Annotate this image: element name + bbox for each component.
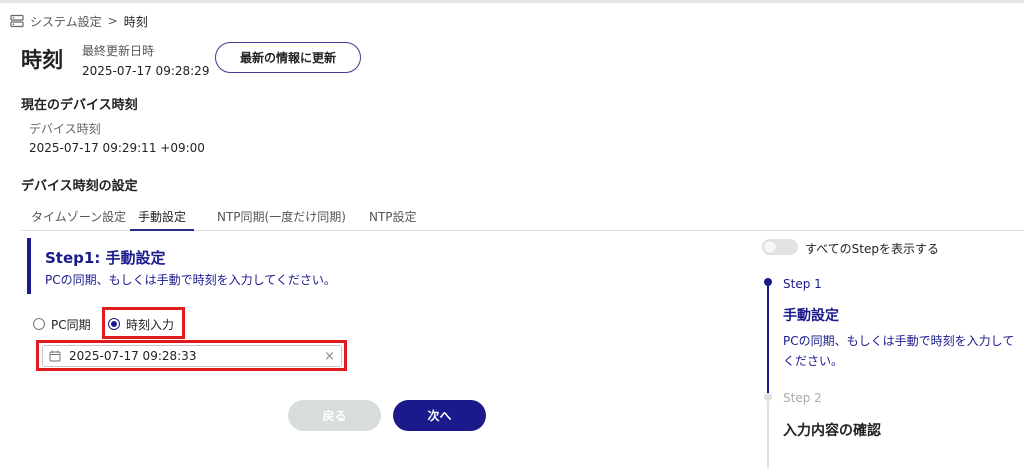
- sidebar-step-2-title: 入力内容の確認: [783, 423, 881, 439]
- refresh-button[interactable]: 最新の情報に更新: [215, 42, 361, 73]
- show-all-steps-label: すべてのStepを表示する: [805, 242, 940, 256]
- step-2-dot: [764, 393, 772, 401]
- last-updated-label: 最終更新日時: [82, 44, 155, 58]
- step-timeline-active: [767, 283, 769, 397]
- last-updated-value: 2025-07-17 09:28:29: [82, 64, 210, 78]
- back-button[interactable]: 戻る: [288, 400, 381, 431]
- breadcrumb: システム設定 > 時刻: [10, 12, 148, 30]
- page-title: 時刻: [21, 48, 63, 72]
- clear-icon[interactable]: ×: [324, 349, 335, 364]
- step-description: PCの同期、もしくは手動で時刻を入力してください。: [45, 273, 336, 287]
- datetime-value: 2025-07-17 09:28:33: [69, 349, 197, 363]
- sidebar-step-1-title: 手動設定: [783, 308, 839, 324]
- radio-circle[interactable]: [33, 318, 45, 330]
- step-1-dot: [764, 278, 772, 286]
- sidebar-step-1-label: Step 1: [783, 277, 822, 291]
- show-all-steps-toggle[interactable]: [762, 239, 798, 255]
- step-timeline-inactive: [767, 397, 769, 468]
- device-time-value: 2025-07-17 09:29:11 +09:00: [29, 141, 205, 155]
- breadcrumb-system-settings[interactable]: システム設定: [30, 13, 102, 30]
- step-title: Step1: 手動設定: [45, 249, 166, 267]
- sidebar-step-2-label: Step 2: [783, 391, 822, 405]
- current-device-time-heading: 現在のデバイス時刻: [21, 98, 138, 113]
- radio-pc-sync-label: PC同期: [51, 317, 91, 332]
- tab-ntp-once[interactable]: NTP同期(一度だけ同期): [217, 208, 346, 229]
- step-accent-bar: [27, 238, 31, 294]
- breadcrumb-current: 時刻: [123, 14, 148, 29]
- settings-tabs: タイムゾーン設定 手動設定 NTP同期(一度だけ同期) NTP設定: [21, 204, 1024, 231]
- top-divider: [0, 0, 1024, 3]
- tab-timezone[interactable]: タイムゾーン設定: [31, 208, 126, 229]
- device-time-label: デバイス時刻: [29, 122, 101, 136]
- calendar-icon: [49, 350, 61, 362]
- radio-circle-checked[interactable]: [108, 318, 120, 330]
- tab-ntp-settings[interactable]: NTP設定: [369, 208, 417, 229]
- tab-manual[interactable]: 手動設定: [130, 208, 195, 231]
- server-icon: [10, 14, 24, 28]
- radio-pc-sync[interactable]: PC同期: [33, 315, 91, 333]
- sidebar-step-1-description: PCの同期、もしくは手動で時刻を入力してください。: [783, 334, 1015, 368]
- radio-time-input[interactable]: 時刻入力: [108, 315, 174, 333]
- next-button[interactable]: 次へ: [393, 400, 486, 431]
- radio-time-input-label: 時刻入力: [126, 317, 175, 332]
- breadcrumb-separator: >: [107, 14, 118, 28]
- device-time-settings-heading: デバイス時刻の設定: [21, 179, 138, 194]
- datetime-input[interactable]: 2025-07-17 09:28:33 ×: [42, 345, 342, 367]
